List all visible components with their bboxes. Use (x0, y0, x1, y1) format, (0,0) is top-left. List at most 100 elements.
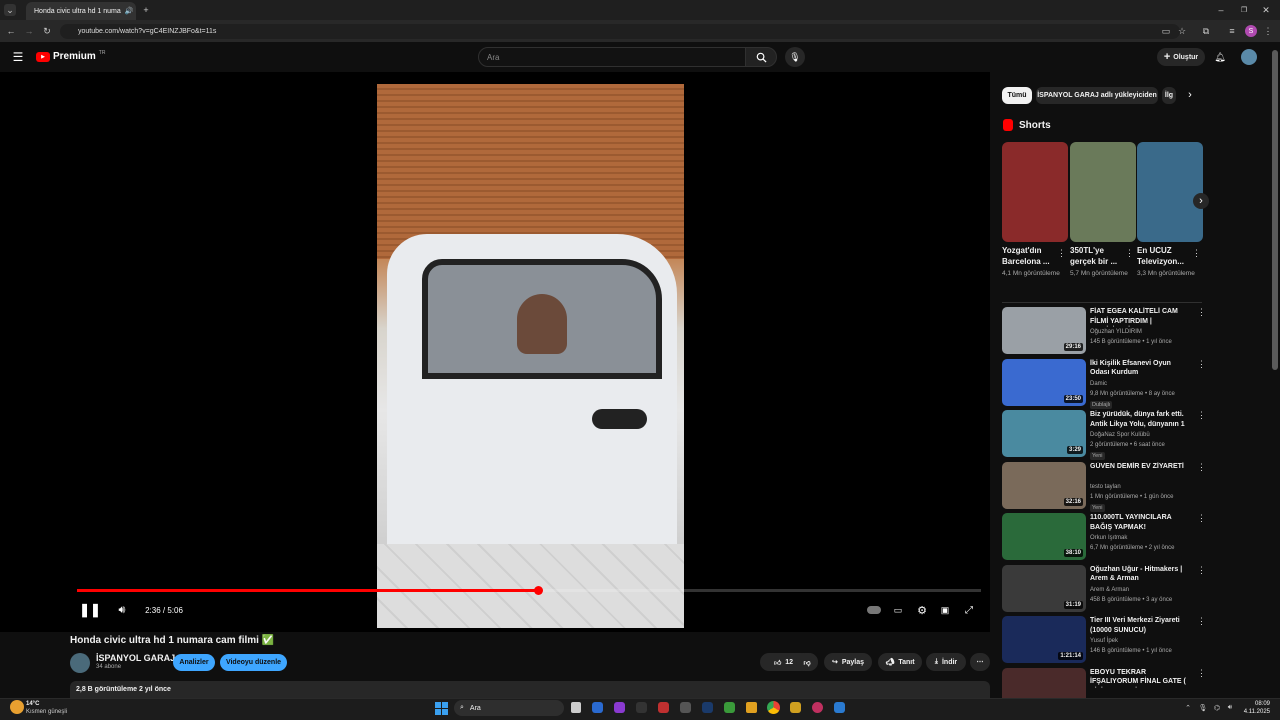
new-tab-icon[interactable]: + (141, 4, 151, 16)
file-explorer-icon[interactable] (746, 702, 757, 713)
forward-icon[interactable]: → (23, 25, 35, 37)
cast-icon[interactable]: ▭ (1160, 25, 1172, 37)
download-button[interactable]: ⤓ İndir (926, 653, 966, 671)
reload-icon[interactable]: ↻ (41, 25, 53, 37)
video-more-icon[interactable]: ⋮ (1197, 410, 1206, 421)
start-windows-icon[interactable] (435, 702, 448, 715)
short-thumbnail[interactable] (1137, 142, 1203, 242)
app-icon-steam[interactable] (702, 702, 713, 713)
channel-avatar[interactable] (70, 653, 90, 673)
short-thumbnail[interactable] (1002, 142, 1068, 242)
volume-tray-icon[interactable]: 🔊︎ (1225, 702, 1235, 713)
related-video-title[interactable]: İki Kişilik Efsanevi Oyun Odası Kurdum (1090, 359, 1192, 378)
video-thumbnail[interactable]: 38:10 (1002, 513, 1086, 560)
video-thumbnail[interactable]: 23:50 (1002, 358, 1086, 406)
chrome-icon[interactable] (767, 701, 780, 714)
notifications-bell-icon[interactable]: 🔔︎ (1213, 50, 1227, 64)
tab-list-icon[interactable]: ⌄ (4, 4, 16, 16)
related-video-item[interactable]: 23:50 İki Kişilik Efsanevi Oyun Odası Kur… (1002, 358, 1206, 409)
short-more-icon[interactable]: ⋮ (1125, 248, 1134, 259)
app-icon-pink[interactable] (812, 702, 823, 713)
video-thumbnail[interactable]: 31:19 (1002, 564, 1086, 612)
related-video-title[interactable]: FİAT EGEA KALİTELİ CAM FİLMİ YAPTIRDIM |… (1090, 307, 1192, 327)
related-video-channel[interactable]: Damic (1090, 381, 1107, 387)
tray-chevron-icon[interactable]: ⌃ (1183, 702, 1193, 713)
video-frame[interactable] (377, 84, 684, 628)
bookmark-star-icon[interactable]: ☆ (1176, 25, 1188, 37)
clock[interactable]: 08:09 4.11.2025 (1240, 700, 1270, 716)
related-video-title[interactable]: GÜVEN DEMİR EV ZİYARETİ (1090, 462, 1192, 472)
video-more-icon[interactable]: ⋮ (1197, 616, 1206, 627)
related-video-item[interactable]: 38:10 110.000TL YAYINCILARA BAĞIŞ YAPMAK!… (1002, 513, 1206, 560)
related-video-channel[interactable]: DoğaNaz Spor Kulübü (1090, 432, 1150, 438)
related-video-title[interactable]: Oğuzhan Uğur - Hitmakers | Arem & Arman (1090, 565, 1192, 584)
video-more-icon[interactable]: ⋮ (1197, 307, 1206, 318)
browser-tab[interactable]: Honda civic ultra hd 1 numa 🔊 ✕ (26, 2, 136, 20)
more-actions-button[interactable]: ⋯ (970, 653, 990, 671)
miniplayer-icon[interactable]: ▣ (936, 600, 954, 620)
related-video-channel[interactable]: testo taylan (1090, 484, 1121, 490)
analytics-button[interactable]: Analizler (173, 654, 215, 671)
channel-name[interactable]: İSPANYOL GARAJ (96, 653, 175, 663)
related-video-item[interactable]: 1:21:14 Tier III Veri Merkezi Ziyareti (1… (1002, 616, 1206, 663)
mic-tray-icon[interactable]: 🎙 (1198, 702, 1208, 713)
promote-button[interactable]: 📣︎ Tanıt (878, 653, 922, 671)
app-icon-purple[interactable] (614, 702, 625, 713)
minimize-icon[interactable]: – (1215, 4, 1227, 16)
share-button[interactable]: ↪ Paylaş (824, 653, 872, 671)
related-video-channel[interactable]: Oğuzhan YILDIRIM (1090, 329, 1142, 335)
video-thumbnail[interactable]: 1:21:14 (1002, 616, 1086, 663)
related-video-title[interactable]: EBOYU TEKRAR İFŞALIYORUM FİNAL GATE ( Sİ… (1090, 668, 1192, 688)
app-icon-dark[interactable] (680, 702, 691, 713)
maximize-icon[interactable]: ❐ (1238, 4, 1250, 16)
address-bar[interactable]: youtube.com/watch?v=gC4EINZJBFo&t=11s (60, 24, 1180, 39)
short-title[interactable]: En UCUZ Televizyon... (1137, 245, 1189, 267)
volume-icon[interactable]: 🔊︎ (112, 600, 132, 620)
related-video-item[interactable]: 32:16 GÜVEN DEMİR EV ZİYARETİ testo taylan… (1002, 461, 1206, 512)
video-more-icon[interactable]: ⋮ (1197, 462, 1206, 473)
back-icon[interactable]: ← (5, 25, 17, 37)
weather-icon[interactable] (10, 700, 24, 714)
app-icon-copilot[interactable] (592, 702, 603, 713)
app-icon-red[interactable] (658, 702, 669, 713)
related-video-item[interactable]: 3:29 Biz yürüdük, dünya fark etti. Antik … (1002, 410, 1206, 460)
video-thumbnail[interactable]: 29:16 (1002, 307, 1086, 354)
short-more-icon[interactable]: ⋮ (1057, 248, 1066, 259)
description-box[interactable]: 2,8 B görüntüleme 2 yıl önce (70, 681, 990, 699)
video-more-icon[interactable]: ⋮ (1197, 359, 1206, 370)
short-title[interactable]: Yozgat'dın Barcelona ... (1002, 245, 1054, 267)
related-video-title[interactable]: 110.000TL YAYINCILARA BAĞIŞ YAPMAK! (1090, 513, 1192, 532)
short-more-icon[interactable]: ⋮ (1192, 248, 1201, 259)
video-thumbnail[interactable]: 32:16 (1002, 461, 1086, 509)
short-thumbnail[interactable] (1070, 142, 1136, 242)
related-video-title[interactable]: Tier III Veri Merkezi Ziyareti (10000 SU… (1090, 616, 1192, 635)
scrollbar-thumb[interactable] (1272, 50, 1278, 370)
chip-related[interactable]: İlg (1162, 87, 1176, 104)
extensions-icon[interactable]: ⧉ (1200, 25, 1212, 37)
related-video-item[interactable]: 29:16 FİAT EGEA KALİTELİ CAM FİLMİ YAPTIR… (1002, 307, 1206, 354)
user-avatar[interactable] (1241, 49, 1257, 65)
window-close-icon[interactable]: ✕ (1260, 4, 1272, 16)
settings-gear-icon[interactable]: ⚙ (913, 600, 931, 620)
short-title[interactable]: 350TL'ye gerçek bir ... (1070, 245, 1122, 267)
taskbar-search[interactable]: ⌕ Ara (454, 700, 564, 716)
related-video-channel[interactable]: Orkun Işıtmak (1090, 535, 1127, 541)
search-button[interactable] (745, 47, 777, 67)
video-more-icon[interactable]: ⋮ (1197, 565, 1206, 576)
related-video-item[interactable]: 31:19 Oğuzhan Uğur - Hitmakers | Arem & A… (1002, 564, 1206, 612)
app-icon-blue[interactable] (834, 702, 845, 713)
voice-search-button[interactable]: 🎙 (785, 47, 805, 67)
progress-scrubber[interactable] (534, 586, 544, 595)
related-video-title[interactable]: Biz yürüdük, dünya fark etti. Antik Liky… (1090, 410, 1192, 430)
fullscreen-icon[interactable]: ⤢ (960, 600, 978, 620)
video-thumbnail[interactable]: 3:29 (1002, 410, 1086, 457)
hamburger-menu-icon[interactable]: ☰ (10, 50, 26, 64)
tab-search-icon[interactable]: ≡ (1226, 25, 1238, 37)
profile-avatar[interactable]: S (1245, 25, 1257, 37)
network-icon[interactable]: ⌬ (1212, 702, 1222, 713)
shorts-next-chevron-icon[interactable]: › (1193, 193, 1209, 209)
chips-next-chevron-icon[interactable]: › (1184, 89, 1196, 101)
subtitles-icon[interactable]: ▭ (889, 600, 907, 620)
browser-menu-icon[interactable]: ⋮ (1262, 25, 1274, 37)
create-button[interactable]: + Oluştur (1157, 48, 1205, 66)
